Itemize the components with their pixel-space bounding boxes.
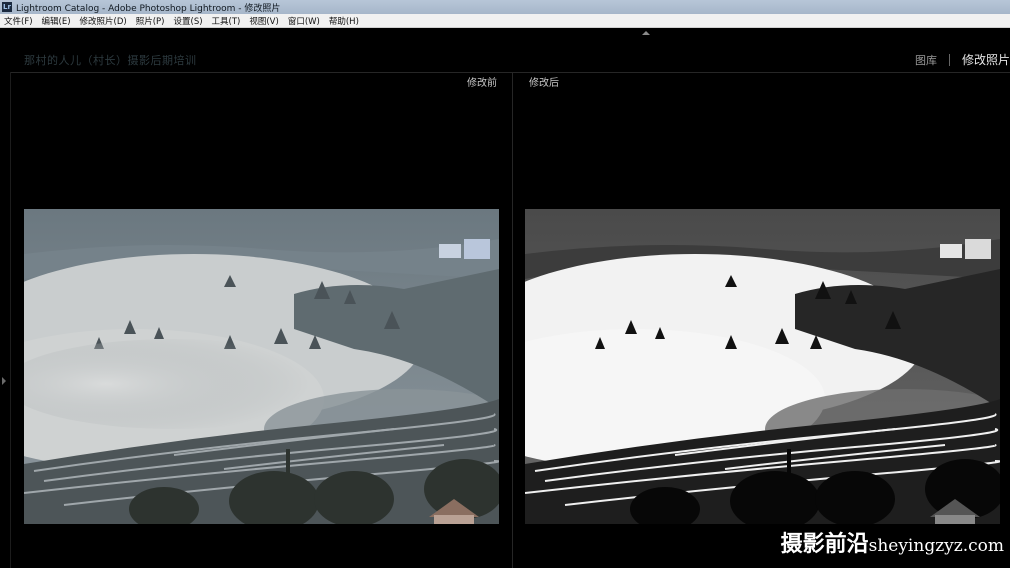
view-left-border <box>10 72 11 568</box>
window-title-bar: Lr Lightroom Catalog - Adobe Photoshop L… <box>0 0 1010 14</box>
lightroom-app-icon: Lr <box>2 2 12 12</box>
module-separator <box>948 53 950 66</box>
menu-window[interactable]: 窗口(W) <box>288 15 320 27</box>
left-panel-toggle-icon[interactable] <box>2 377 6 385</box>
before-label: 修改前 <box>467 78 497 89</box>
watermark: 摄影前沿sheyingzyz.com <box>781 526 1004 558</box>
menu-bar: 文件(F) 编辑(E) 修改照片(D) 照片(P) 设置(S) 工具(T) 视图… <box>0 14 1010 28</box>
menu-edit[interactable]: 编辑(E) <box>42 15 71 27</box>
module-library[interactable]: 图库 <box>915 52 937 68</box>
module-develop[interactable]: 修改照片 <box>962 51 1010 68</box>
after-label: 修改后 <box>529 78 559 89</box>
menu-develop[interactable]: 修改照片(D) <box>80 15 127 27</box>
watermark-text-cn: 摄影前沿 <box>780 531 869 557</box>
identity-plate: 那村的人儿（村长）摄影后期培训 <box>24 54 197 67</box>
before-photo[interactable] <box>24 209 499 524</box>
compare-divider <box>512 72 513 568</box>
after-photo[interactable] <box>525 209 1000 524</box>
watermark-url: sheyingzyz.com <box>868 536 1004 556</box>
menu-view[interactable]: 视图(V) <box>249 15 278 27</box>
menu-tools[interactable]: 工具(T) <box>212 15 241 27</box>
module-picker: 图库 修改照片 <box>915 51 1010 68</box>
menu-file[interactable]: 文件(F) <box>4 15 33 27</box>
window-title: Lightroom Catalog - Adobe Photoshop Ligh… <box>16 3 281 14</box>
view-top-border <box>10 72 1010 73</box>
menu-photo[interactable]: 照片(P) <box>136 15 165 27</box>
top-panel-toggle-icon[interactable] <box>642 31 650 35</box>
menu-settings[interactable]: 设置(S) <box>174 15 203 27</box>
menu-help[interactable]: 帮助(H) <box>329 15 359 27</box>
develop-workspace: 那村的人儿（村长）摄影后期培训 图库 修改照片 修改前 修改后 摄影前沿shey… <box>0 29 1010 568</box>
